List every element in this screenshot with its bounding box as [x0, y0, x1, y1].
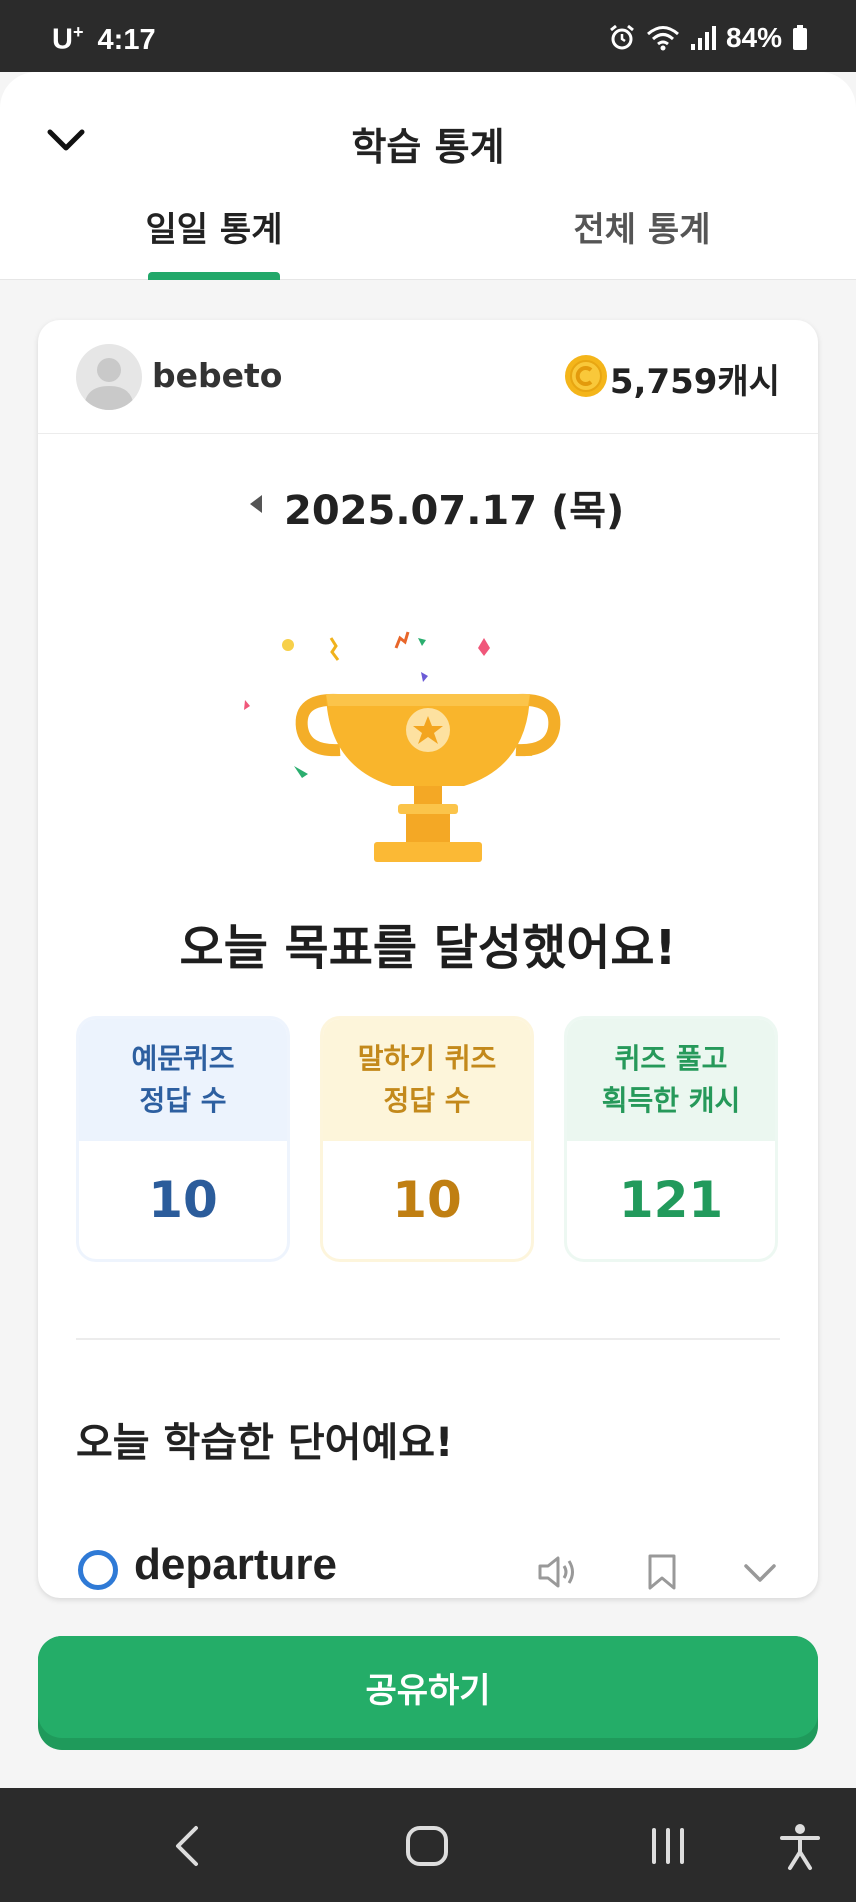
speaker-icon[interactable]	[534, 1550, 578, 1594]
wifi-icon	[646, 26, 679, 51]
share-button[interactable]: 공유하기	[38, 1636, 818, 1750]
alarm-icon	[610, 24, 634, 50]
tab-total-stats[interactable]: 전체 통계	[428, 202, 856, 251]
back-icon[interactable]	[168, 1822, 208, 1870]
list-item[interactable]: departure	[38, 1536, 818, 1598]
tab-daily-stats[interactable]: 일일 통계	[0, 202, 428, 251]
learned-words-title: 오늘 학습한 단어예요!	[76, 1420, 454, 1466]
status-icons: 84%	[608, 22, 808, 54]
goal-achieved-title: 오늘 목표를 달성했어요!	[179, 920, 677, 976]
stat-label: 퀴즈 풀고 획득한 캐시	[567, 1019, 775, 1141]
clock: 4:17	[97, 23, 156, 56]
carrier-plus: +	[72, 22, 84, 42]
divider	[76, 1338, 780, 1340]
recents-icon[interactable]	[646, 1824, 690, 1868]
stat-card-example-quiz: 예문퀴즈 정답 수 10	[76, 1016, 290, 1262]
stat-value: 121	[618, 1171, 724, 1229]
stat-value: 10	[392, 1171, 462, 1229]
caret-left-icon[interactable]	[246, 492, 266, 516]
trophy-icon	[244, 631, 561, 862]
battery-percent: 84%	[725, 22, 782, 53]
user-silhouette-icon	[84, 358, 134, 410]
cash-balance: 5,759캐시	[609, 362, 780, 402]
share-button-label: 공유하기	[38, 1636, 818, 1738]
coin-icon	[565, 355, 607, 397]
stat-card-speaking-quiz: 말하기 퀴즈 정답 수 10	[320, 1016, 534, 1262]
status-bar: U+ 4:17 84%	[0, 0, 856, 72]
stats-sheet-header: 학습 통계 일일 통계 전체 통계	[0, 72, 856, 280]
system-nav-bar	[0, 1788, 856, 1902]
carrier-and-time: U+ 4:17	[52, 22, 156, 57]
word-text: departure	[134, 1540, 337, 1589]
stat-label: 예문퀴즈 정답 수	[79, 1019, 287, 1141]
stat-value: 10	[148, 1171, 218, 1229]
battery-icon	[793, 25, 807, 50]
signal-icon	[690, 26, 716, 50]
carrier-name: U	[52, 23, 73, 56]
stat-card-cash-earned: 퀴즈 풀고 획득한 캐시 121	[564, 1016, 778, 1262]
chevron-down-icon[interactable]	[738, 1550, 782, 1594]
daily-stats-card: bebeto 5,759캐시 2025.07.17 (목) 오늘 목표를 달성했…	[38, 320, 818, 1598]
active-tab-indicator	[148, 272, 280, 280]
username: bebeto	[152, 356, 283, 395]
selected-date: 2025.07.17 (목)	[284, 488, 625, 534]
avatar	[76, 344, 142, 410]
home-icon[interactable]	[404, 1824, 450, 1868]
page-title: 학습 통계	[351, 125, 505, 169]
circle-o-icon	[78, 1550, 118, 1590]
stat-label: 말하기 퀴즈 정답 수	[323, 1019, 531, 1141]
profile-header: bebeto 5,759캐시	[38, 320, 818, 434]
bookmark-icon[interactable]	[640, 1550, 684, 1594]
accessibility-icon[interactable]	[778, 1822, 822, 1872]
